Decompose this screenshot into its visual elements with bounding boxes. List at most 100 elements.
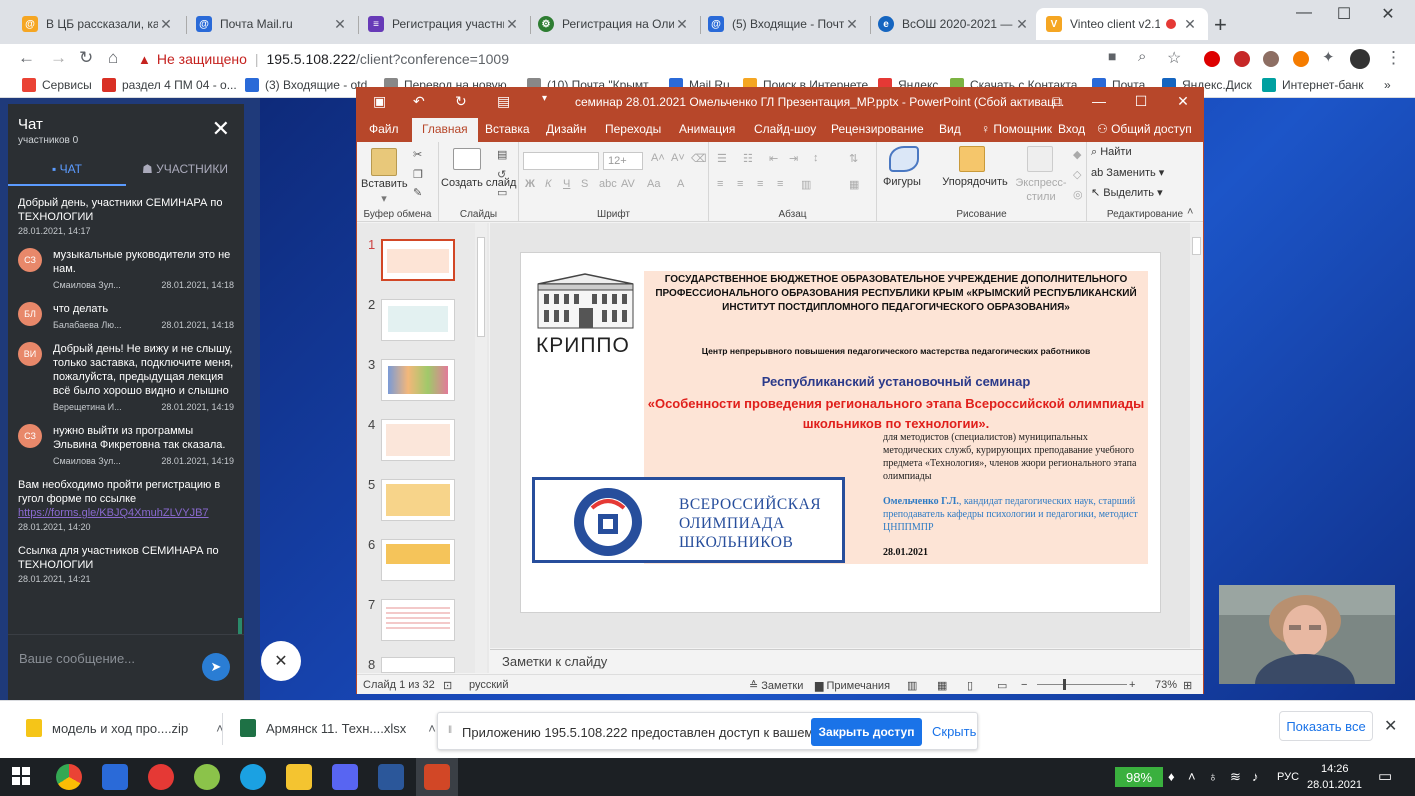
new-tab-button[interactable]: + (1214, 12, 1227, 38)
download-item[interactable]: Армянск 11. Техн....xlsx ˄ (240, 719, 436, 737)
indent-increase-icon[interactable]: ⇥ (789, 152, 798, 165)
close-icon[interactable]: ✕ (1182, 16, 1198, 33)
chrome-icon[interactable] (56, 764, 82, 790)
fill-icon[interactable]: ◆ (1073, 148, 1081, 161)
cut-icon[interactable]: ✂ (413, 148, 422, 161)
word-icon[interactable] (378, 764, 404, 790)
extension-icon[interactable] (1204, 51, 1220, 67)
ribbon-display-icon[interactable]: ⧉ (1037, 93, 1077, 110)
underline-icon[interactable]: Ч (563, 178, 570, 190)
bookmark-item[interactable]: раздел 4 ПМ 04 - о... (102, 78, 237, 92)
windows-start-icon[interactable] (12, 767, 30, 785)
redo-icon[interactable]: ↻ (455, 93, 467, 110)
minimize-button[interactable]: — (1284, 4, 1324, 22)
chevron-up-icon[interactable]: ˄ (428, 721, 436, 736)
browser-tab[interactable]: @ Почта Mail.ru ✕ (186, 8, 358, 40)
volume-icon[interactable]: ♪ (1252, 769, 1259, 784)
registration-link[interactable]: https://forms.gle/KBJQ4XmuhZLVYJB7 (18, 506, 234, 520)
slide-thumbnail[interactable] (381, 239, 455, 281)
drag-handle-icon[interactable]: ‖ (448, 725, 452, 736)
find-button[interactable]: ⌕ Найти (1091, 146, 1132, 159)
zoom-slider-thumb[interactable] (1063, 679, 1066, 690)
justify-icon[interactable]: ≡ (777, 178, 783, 190)
clear-format-icon[interactable]: ⌫ (691, 152, 707, 165)
more-bookmarks[interactable]: » (1384, 78, 1391, 92)
tab-chat[interactable]: ▪ ЧАТ (8, 156, 126, 186)
browser-tab[interactable]: ⚙ Регистрация на Олим ✕ (528, 8, 700, 40)
browser-tab[interactable]: @ (5) Входящие - Почта ✕ (698, 8, 870, 40)
zoom-slider[interactable] (1037, 684, 1127, 685)
section-icon[interactable]: ▭ (497, 186, 507, 199)
puzzle-icon[interactable]: ✦ (1322, 48, 1335, 66)
shapes-button[interactable]: Фигуры (879, 176, 925, 188)
download-item[interactable]: модель и ход про....zip ˄ (26, 719, 224, 737)
browser-tab[interactable]: @ В ЦБ рассказали, как с✕ (12, 8, 184, 40)
close-icon[interactable]: ✕ (844, 16, 860, 33)
browser-tab[interactable]: ≡ Регистрация участник ✕ (358, 8, 530, 40)
close-icon[interactable]: ✕ (504, 16, 520, 33)
tab-animation[interactable]: Анимация (679, 122, 735, 136)
zoom-icon[interactable]: ⌕ (1138, 48, 1146, 65)
present-icon[interactable]: ▤ (497, 93, 510, 110)
align-center-icon[interactable]: ≡ (737, 178, 743, 190)
tab-view[interactable]: Вид (939, 122, 961, 136)
tab-slideshow[interactable]: Слайд-шоу (754, 122, 816, 136)
reading-view-icon[interactable]: ▯ (967, 679, 973, 692)
browser-tab[interactable]: e ВсОШ 2020-2021 — Я ✕ (868, 8, 1040, 40)
current-slide[interactable]: КРИППО ГОСУДАРСТВЕННОЕ БЮДЖЕТНОЕ ОБРАЗОВ… (520, 252, 1161, 613)
home-icon[interactable]: ⌂ (108, 48, 118, 68)
share-button[interactable]: ⚇ Общий доступ (1097, 122, 1192, 136)
format-painter-icon[interactable]: ✎ (413, 186, 422, 199)
font-size-field[interactable]: 12+ (603, 152, 643, 170)
slide-thumbnail[interactable] (381, 599, 455, 641)
mail-icon[interactable] (102, 764, 128, 790)
close-icon[interactable]: ✕ (674, 16, 690, 33)
close-video-button[interactable]: ✕ (261, 641, 301, 681)
grow-font-icon[interactable]: A˄ (651, 152, 665, 164)
folder-icon[interactable] (286, 764, 312, 790)
layout-icon[interactable]: ▤ (497, 148, 507, 161)
zoom-in-icon[interactable]: + (1129, 679, 1135, 691)
star-icon[interactable]: ☆ (1167, 48, 1181, 68)
tab-transitions[interactable]: Переходы (605, 122, 661, 136)
tab-assistant[interactable]: ♀ Помощник (981, 122, 1052, 136)
indent-decrease-icon[interactable]: ⇤ (769, 152, 778, 165)
powerpoint-icon[interactable] (424, 764, 450, 790)
effects-icon[interactable]: ◎ (1073, 188, 1083, 201)
back-icon[interactable]: ← (18, 48, 35, 68)
close-icon[interactable]: ✕ (1014, 16, 1030, 33)
smartart-icon[interactable]: ▦ (849, 178, 859, 191)
align-right-icon[interactable]: ≡ (757, 178, 763, 190)
tab-file[interactable]: Файл (369, 122, 399, 136)
line-spacing-icon[interactable]: ↕ (813, 152, 819, 164)
hide-button[interactable]: Скрыть (932, 724, 976, 739)
spacing-icon[interactable]: AV (621, 178, 635, 190)
forward-icon[interactable]: → (50, 48, 67, 68)
font-name-field[interactable] (523, 152, 599, 170)
slide-thumbnail[interactable] (381, 359, 455, 401)
zoom-out-icon[interactable]: − (1021, 679, 1027, 691)
clock-date[interactable]: 28.01.2021 (1307, 779, 1362, 791)
close-icon[interactable]: ✕ (212, 116, 230, 142)
address-input[interactable]: ▲ Не защищено | 195.5.108.222/client?con… (138, 47, 1188, 71)
mic-icon[interactable]: ♁ (1208, 769, 1218, 784)
minimize-button[interactable]: — (1079, 93, 1119, 109)
outline-icon[interactable]: ◇ (1073, 168, 1081, 181)
maximize-button[interactable]: ☐ (1324, 4, 1364, 24)
tab-insert[interactable]: Вставка (485, 122, 530, 136)
slideshow-view-icon[interactable]: ▭ (997, 679, 1007, 692)
browser-tab-active[interactable]: V Vinteo client v2.19 ✕ (1036, 8, 1208, 40)
close-icon[interactable]: ✕ (158, 16, 174, 33)
menu-icon[interactable]: ⋮ (1385, 48, 1402, 68)
clock-time[interactable]: 14:26 (1321, 763, 1349, 775)
copy-icon[interactable]: ❐ (413, 168, 423, 181)
show-all-button[interactable]: Показать все (1279, 711, 1373, 741)
avatar[interactable] (1350, 49, 1370, 69)
sorter-view-icon[interactable]: ▦ (937, 679, 947, 692)
notes-toggle[interactable]: ≙ Заметки (749, 679, 803, 692)
wifi-icon[interactable]: ≋ (1230, 769, 1241, 785)
yandex-icon[interactable] (148, 764, 174, 790)
reload-icon[interactable]: ↻ (79, 48, 93, 68)
spellcheck-icon[interactable]: ⊡ (443, 679, 452, 692)
chevron-up-icon[interactable]: ˄ (1188, 769, 1196, 784)
